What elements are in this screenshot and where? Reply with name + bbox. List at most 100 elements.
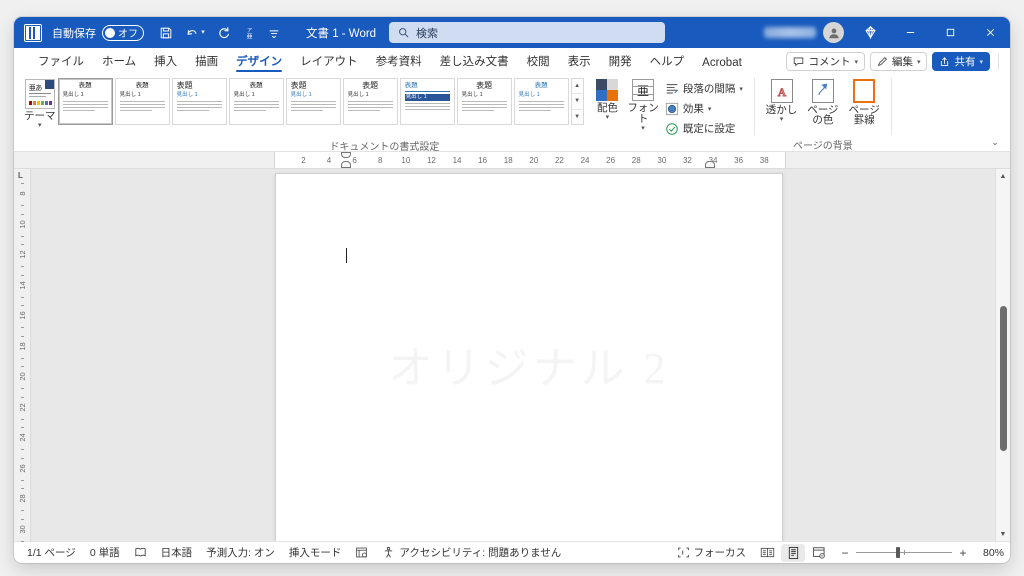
maximize-button[interactable] xyxy=(930,17,970,48)
style-set-item[interactable]: 表題 見出し 1 xyxy=(172,78,227,125)
print-layout-button[interactable] xyxy=(781,544,805,562)
phonetic-guide-button[interactable]: ア 亜 xyxy=(237,21,261,44)
language-status[interactable]: 日本語 xyxy=(154,544,200,562)
tab-help[interactable]: ヘルプ xyxy=(642,51,693,72)
watermark-button[interactable]: A 透かし ▾ xyxy=(762,77,801,123)
style-gallery-scroll-down[interactable]: ▼ xyxy=(572,93,583,108)
zoom-level-value[interactable]: 80% xyxy=(974,547,1004,559)
style-set-item[interactable]: 表題 見出し 1 xyxy=(229,78,284,125)
document-page[interactable]: オリジナル 2 xyxy=(275,173,783,541)
document-title[interactable]: 文書 1 - Word xyxy=(300,22,382,44)
theme-colors-button[interactable]: 配色 ▾ xyxy=(590,77,626,121)
accessibility-status[interactable]: アクセシビリティ: 問題ありません xyxy=(375,544,568,562)
share-caret-icon[interactable]: ▾ xyxy=(979,58,983,66)
autosave-toggle[interactable]: 自動保存 オフ xyxy=(50,22,148,44)
tab-insert[interactable]: 挿入 xyxy=(146,51,185,72)
ruler-tick-label: 20 xyxy=(529,156,538,165)
page-borders-button[interactable]: ページ 罫線 xyxy=(845,77,884,126)
editing-mode-button[interactable]: 編集 ▾ xyxy=(870,52,928,71)
microsoft-365-gem-icon[interactable] xyxy=(856,25,884,40)
themes-caret-icon[interactable]: ▾ xyxy=(38,122,42,129)
search-box[interactable]: 検索 xyxy=(389,22,665,43)
text-prediction-status[interactable]: 予測入力: オン xyxy=(199,544,282,562)
scroll-down-button[interactable]: ▼ xyxy=(996,527,1011,541)
comments-caret-icon[interactable]: ▾ xyxy=(854,58,858,66)
themes-button[interactable]: 亜あ テーマ ▾ xyxy=(22,77,58,129)
ruler-tick-label: 30 xyxy=(657,156,666,165)
autosave-switch[interactable]: オフ xyxy=(102,25,144,41)
tab-layout[interactable]: レイアウト xyxy=(292,51,366,72)
theme-colors-thumbnail xyxy=(596,79,618,101)
title-bar-right xyxy=(764,17,1010,48)
web-layout-button[interactable] xyxy=(807,544,831,562)
redo-button[interactable] xyxy=(212,21,236,44)
tab-stop-marker[interactable]: L xyxy=(18,171,23,180)
style-set-item[interactable]: 表題 見出し 1 xyxy=(115,78,170,125)
zoom-slider-thumb[interactable] xyxy=(896,547,900,558)
tab-mailings[interactable]: 差し込み文書 xyxy=(432,51,517,72)
style-gallery-scroll-up[interactable]: ▲ xyxy=(572,79,583,93)
tab-home[interactable]: ホーム xyxy=(94,51,144,72)
tab-file[interactable]: ファイル xyxy=(30,51,92,72)
scrollbar-thumb[interactable] xyxy=(1000,306,1007,451)
theme-effects-button[interactable]: 効果 ▾ xyxy=(661,99,747,118)
tab-view[interactable]: 表示 xyxy=(560,51,599,72)
proofing-status[interactable] xyxy=(127,544,154,562)
customize-qat-button[interactable] xyxy=(262,21,286,44)
style-set-item[interactable]: 表題 見出し 1 xyxy=(514,78,569,125)
undo-button[interactable]: ▾ xyxy=(179,21,211,44)
collapse-ribbon-button[interactable]: ⌄ xyxy=(987,135,1003,149)
avatar[interactable] xyxy=(823,22,844,43)
tab-developer[interactable]: 開発 xyxy=(601,51,640,72)
zoom-slider-track[interactable] xyxy=(856,552,952,553)
theme-fonts-caret-icon[interactable]: ▾ xyxy=(641,125,645,132)
themes-thumbnail: 亜あ xyxy=(25,79,55,109)
theme-fonts-button[interactable]: 亜 フォント ▾ xyxy=(625,77,661,132)
zoom-out-button[interactable]: − xyxy=(839,546,851,560)
left-indent-marker[interactable] xyxy=(341,161,351,168)
scrollbar-track[interactable] xyxy=(996,183,1011,527)
tab-acrobat[interactable]: Acrobat xyxy=(694,55,750,72)
vertical-ruler[interactable]: L 81012141618202224262830 xyxy=(14,169,31,541)
right-indent-marker[interactable] xyxy=(705,161,715,168)
document-canvas[interactable]: オリジナル 2 xyxy=(32,169,995,541)
style-set-item[interactable]: 表題 見出し 1 xyxy=(286,78,341,125)
style-set-item[interactable]: 表題 見出し 1 xyxy=(457,78,512,125)
first-line-indent-marker[interactable] xyxy=(341,152,351,158)
horizontal-ruler[interactable]: 2468101214161820222426283032343638 xyxy=(14,152,1010,169)
page-number-status[interactable]: 1/1 ページ xyxy=(20,544,83,562)
save-button[interactable] xyxy=(154,21,178,44)
focus-mode-button[interactable]: フォーカス xyxy=(670,544,754,562)
close-button[interactable] xyxy=(970,17,1010,48)
theme-colors-caret-icon[interactable]: ▾ xyxy=(606,114,610,121)
style-set-item[interactable]: 表題 見出し 1 xyxy=(58,78,113,125)
paragraph-spacing-caret-icon[interactable]: ▾ xyxy=(739,85,743,93)
comments-button[interactable]: コメント ▾ xyxy=(786,52,865,71)
screen: 自動保存 オフ xyxy=(0,0,1024,576)
paragraph-spacing-button[interactable]: 段落の間隔 ▾ xyxy=(661,79,747,98)
macro-recording-status[interactable] xyxy=(348,544,375,562)
set-as-default-button[interactable]: 既定に設定 xyxy=(661,119,747,138)
word-count-status[interactable]: 0 単語 xyxy=(83,544,127,562)
vertical-scrollbar[interactable]: ▲ ▼ xyxy=(995,169,1010,541)
page-color-button[interactable]: ページ の色 xyxy=(803,77,842,126)
style-preview-title: 表題 xyxy=(348,82,393,90)
scroll-up-button[interactable]: ▲ xyxy=(996,169,1011,183)
zoom-in-button[interactable]: + xyxy=(957,546,969,560)
tab-review[interactable]: 校閲 xyxy=(519,51,558,72)
ruler-hash xyxy=(21,183,24,184)
tab-references[interactable]: 参考資料 xyxy=(368,51,430,72)
insert-mode-status[interactable]: 挿入モード xyxy=(282,544,349,562)
style-set-item[interactable]: 表題 見出し 1 xyxy=(400,78,455,125)
style-set-item[interactable]: 表題 見出し 1 xyxy=(343,78,398,125)
theme-effects-caret-icon[interactable]: ▾ xyxy=(708,105,712,113)
read-mode-button[interactable] xyxy=(755,544,779,562)
minimize-button[interactable] xyxy=(890,17,930,48)
tab-draw[interactable]: 描画 xyxy=(187,51,226,72)
editing-caret-icon[interactable]: ▾ xyxy=(917,58,921,66)
tab-design[interactable]: デザイン xyxy=(228,51,290,72)
style-gallery-more[interactable]: ▼ xyxy=(572,109,583,124)
share-button[interactable]: 共有 ▾ xyxy=(932,52,990,71)
undo-caret-icon[interactable]: ▾ xyxy=(201,29,205,36)
watermark-caret-icon[interactable]: ▾ xyxy=(780,116,784,123)
